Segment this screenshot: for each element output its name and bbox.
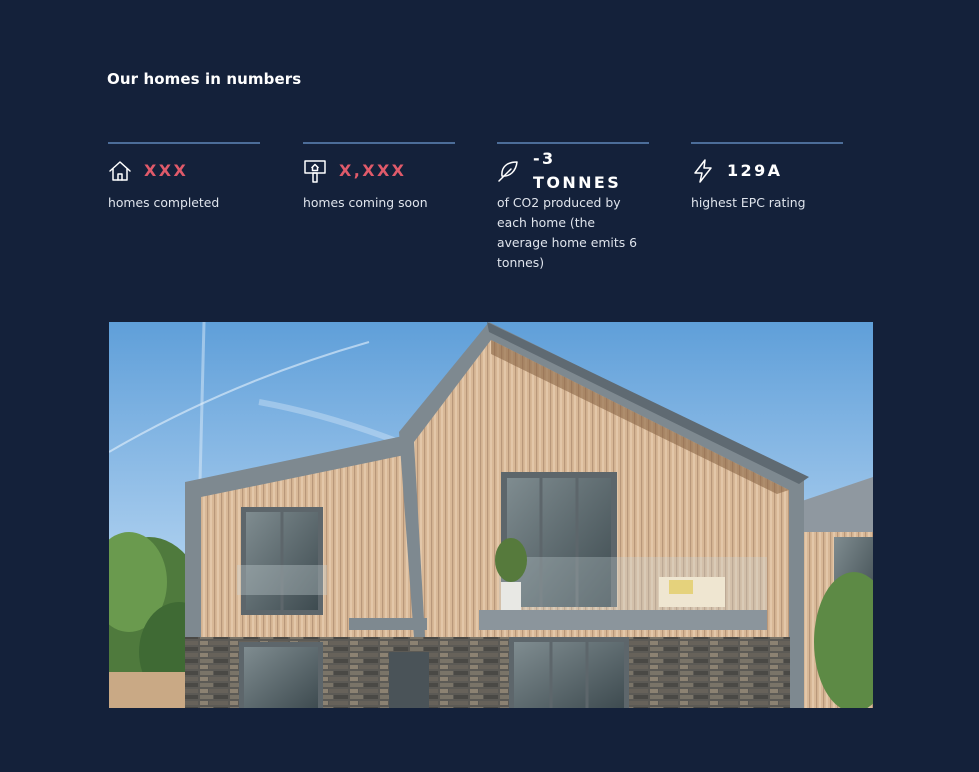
- signpost-icon: [303, 159, 327, 183]
- stat-description: homes completed: [108, 195, 220, 210]
- stat-value: XXX: [144, 161, 189, 180]
- section-title: Our homes in numbers: [107, 70, 302, 88]
- stat-value: X,XXX: [339, 161, 407, 180]
- stat-value: -3 TONNES: [533, 149, 622, 192]
- stat-homes-coming-soon: X,XXX homes coming soon: [303, 142, 455, 213]
- stat-description: highest EPC rating: [691, 195, 806, 210]
- stat-head: XXX: [108, 159, 260, 183]
- stat-head: 129A: [691, 159, 843, 183]
- stat-epc-rating: 129A highest EPC rating: [691, 142, 843, 213]
- stat-description: homes coming soon: [303, 195, 428, 210]
- page: Our homes in numbers XXX homes completed: [0, 0, 979, 772]
- lightning-icon: [691, 159, 715, 183]
- stat-head: X,XXX: [303, 159, 455, 183]
- stat-description: of CO2 produced by each home (the averag…: [497, 195, 637, 270]
- stat-homes-completed: XXX homes completed: [108, 142, 260, 213]
- stat-head: -3 TONNES: [497, 149, 649, 192]
- house-photo: [109, 322, 873, 708]
- leaf-icon: [497, 159, 521, 183]
- stat-value: 129A: [727, 161, 783, 180]
- house-icon: [108, 159, 132, 183]
- stat-co2-produced: -3 TONNES of CO2 produced by each home (…: [497, 142, 649, 273]
